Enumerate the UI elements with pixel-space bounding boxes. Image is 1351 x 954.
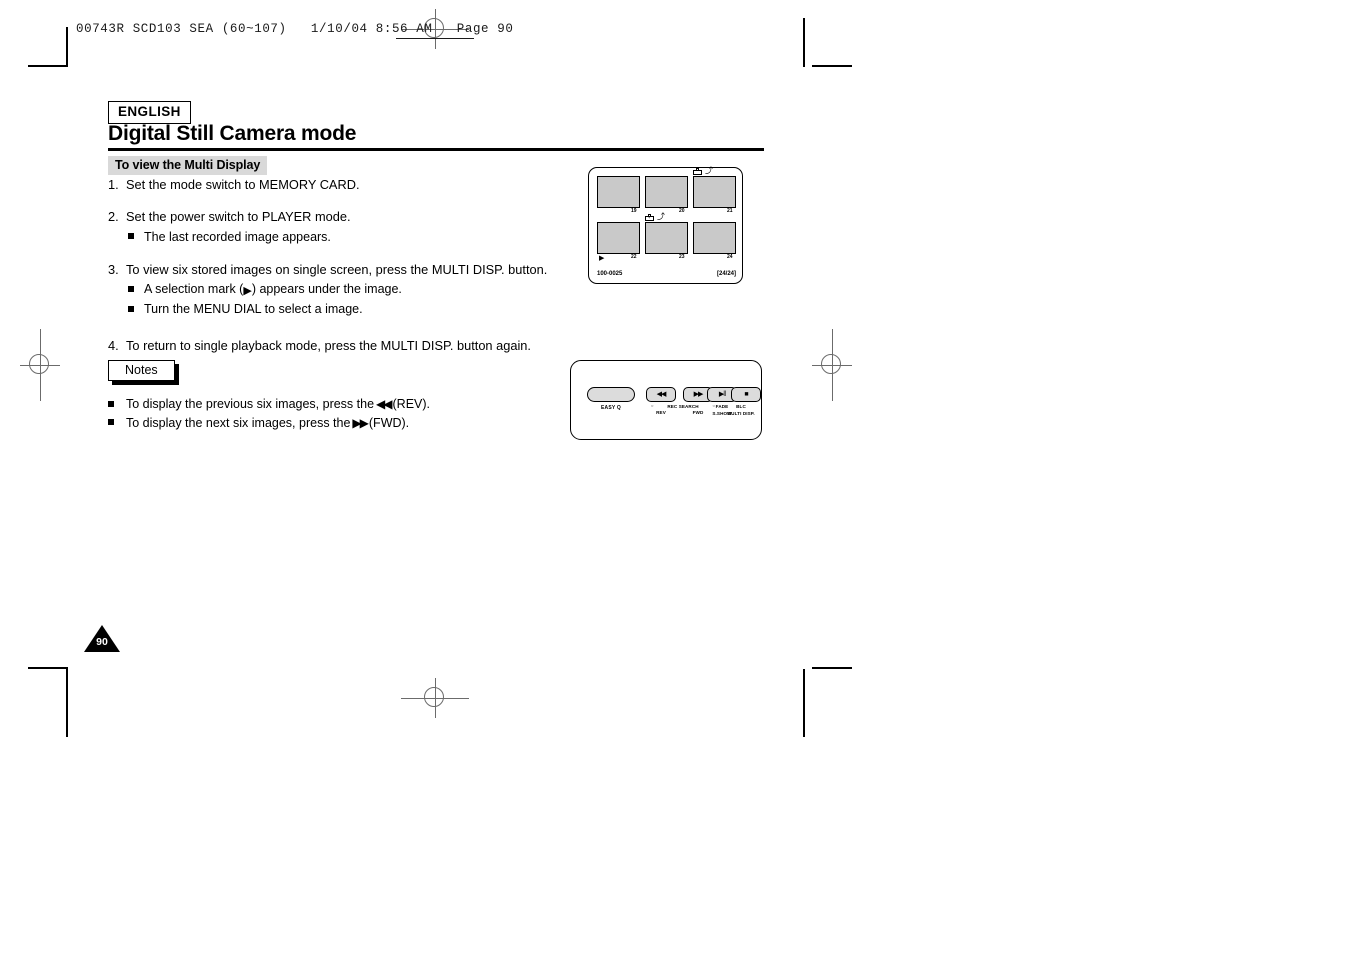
square-bullet-icon [108, 414, 126, 433]
square-bullet-icon [128, 228, 144, 246]
registration-mark-bottom [401, 678, 469, 718]
square-bullet-icon [128, 280, 144, 298]
thumbnail [645, 222, 688, 254]
step-number: 4. [108, 338, 119, 354]
crop-mark-top-right-v [803, 18, 805, 67]
sub-bullet: The last recorded image appears. [108, 228, 578, 246]
lock-icon: ⤴ [693, 167, 713, 175]
thumbnail-grid: 19 20 ⤴ 21 ▶ 22 + ⤴ 23 24 [597, 167, 736, 262]
print-mark-icon: + ⤴ [645, 213, 665, 221]
section-heading: To view the Multi Display [108, 156, 268, 175]
note-text: To display the next six images, press th… [126, 415, 410, 430]
step-text: To view six stored images on single scre… [126, 261, 548, 277]
thumbnail-number: 24 [727, 254, 733, 260]
square-bullet-icon [128, 300, 144, 318]
sub-bullet-text: Turn the MENU DIAL to select a image. [144, 302, 363, 317]
step-text: Set the mode switch to MEMORY CARD. [126, 177, 360, 192]
blc-multidisp-button-label: BLC MULTI DISP. [727, 404, 755, 416]
rev-button[interactable]: ◀◀ [646, 387, 676, 402]
step-number: 3. [108, 261, 119, 277]
notes-block: Notes To display the previous six images… [108, 360, 578, 433]
step-text: Set the power switch to PLAYER mode. [126, 209, 351, 225]
notes-label: Notes [108, 360, 175, 381]
title-rule [108, 148, 764, 151]
remote-control-figure: EASY Q ○ REC SEARCH ○ ◀◀ REV ▶▶ FWD ▶‖ F… [570, 360, 762, 440]
thumbnail-number: 23 [679, 254, 685, 260]
list-item: 2. Set the power switch to PLAYER mode. … [108, 208, 578, 245]
thumbnail-number: 21 [727, 208, 733, 214]
lcd-footer: 100-0025 [24/24] [597, 271, 736, 277]
list-item: To display the next six images, press th… [108, 414, 578, 433]
blc-multidisp-button[interactable]: ■ [731, 387, 761, 402]
sub-bullet: Turn the MENU DIAL to select a image. [108, 300, 578, 318]
registration-mark-left [20, 329, 60, 401]
play-triangle-icon: ▶ [243, 284, 252, 297]
step-list: 1. Set the mode switch to MEMORY CARD. 2… [108, 176, 578, 367]
image-counter: [24/24] [716, 271, 736, 277]
crop-mark-top-right-h [812, 65, 852, 67]
thumbnail [645, 176, 688, 208]
file-label: 100-0025 [597, 271, 623, 277]
language-badge: ENGLISH [108, 101, 191, 124]
list-item: To display the previous six images, pres… [108, 395, 578, 414]
manual-page: 00743R SCD103 SEA (60~107) 1/10/04 8:56 … [0, 0, 1351, 954]
page-number: 90 [96, 636, 108, 648]
step-number: 1. [108, 177, 119, 192]
rev-button-label: REV [656, 410, 666, 415]
crop-mark-bottom-right-h [812, 667, 852, 669]
job-slug-text: 00743R SCD103 SEA (60~107) 1/10/04 8:56 … [76, 22, 514, 36]
step-text: To return to single playback mode, press… [126, 338, 531, 354]
slug-underline [396, 38, 474, 39]
easy-button-label: EASY Q [600, 405, 621, 411]
notes-list: To display the previous six images, pres… [108, 395, 578, 433]
thumbnail [597, 176, 640, 208]
rewind-icon: ◀◀ [376, 397, 393, 411]
thumbnail [693, 176, 736, 208]
arrow-icon: ⤴ [657, 212, 665, 221]
square-bullet-icon [108, 395, 126, 414]
crop-mark-bottom-left-h [28, 667, 68, 669]
thumbnail-number: 19 [631, 208, 637, 214]
list-item: 3. To view six stored images on single s… [108, 261, 578, 319]
list-item: 4. To return to single playback mode, pr… [108, 337, 578, 354]
crop-mark-bottom-right-v [803, 669, 805, 737]
thumbnail-number: 22 [631, 254, 637, 260]
lcd-multi-display-figure: 19 20 ⤴ 21 ▶ 22 + ⤴ 23 24 100-0025 [24/24… [588, 167, 743, 284]
thumbnail [597, 222, 640, 254]
note-text: To display the previous six images, pres… [126, 397, 431, 411]
page-number-badge: 90 [84, 625, 120, 653]
page-title: Digital Still Camera mode [108, 122, 357, 145]
step-number: 2. [108, 209, 119, 225]
registration-mark-right [812, 329, 852, 401]
fast-forward-icon: ▶▶ [352, 415, 369, 430]
sub-bullet-text: A selection mark (▶) appears under the i… [144, 281, 402, 297]
easy-button[interactable] [587, 387, 635, 402]
arrow-icon: ⤴ [705, 166, 713, 175]
thumbnail-number: 20 [679, 208, 685, 214]
crop-mark-bottom-left-v [66, 669, 68, 737]
sub-bullet: A selection mark (▶) appears under the i… [108, 280, 578, 298]
selection-mark-icon: ▶ [599, 255, 605, 262]
sub-bullet-text: The last recorded image appears. [144, 229, 331, 244]
crop-mark-top-left-v [66, 27, 68, 67]
list-item: 1. Set the mode switch to MEMORY CARD. [108, 176, 578, 193]
crop-mark-top-left-h [28, 65, 68, 67]
thumbnail [693, 222, 736, 254]
